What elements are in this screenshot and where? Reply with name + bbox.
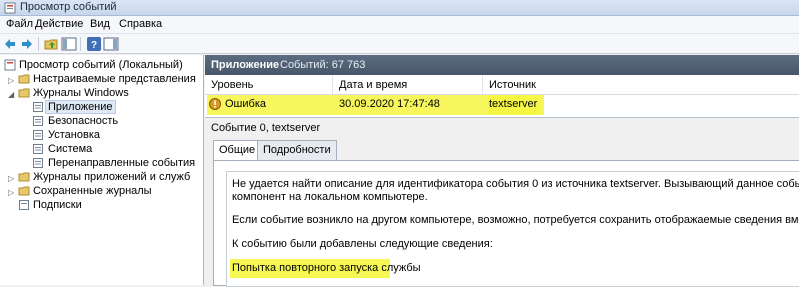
event-viewer-icon [4,2,16,14]
collapse-arrow-icon[interactable]: ◢ [8,88,16,99]
svg-text:?: ? [91,40,97,51]
log-pane: Приложение Событий: 67 763 Уровень Дата … [205,55,799,287]
log-icon [33,158,43,168]
help-icon[interactable]: ? [86,36,102,52]
menu-action[interactable]: Действие [33,18,85,30]
description-line: Не удается найти описание для идентифика… [232,178,799,190]
menu-bar: Файл Действие Вид Справка [0,16,799,34]
menu-view[interactable]: Вид [88,18,112,30]
column-header-datetime[interactable]: Дата и время [333,75,483,95]
expand-arrow-icon[interactable]: ▷ [8,74,16,85]
folder-icon [18,172,30,182]
tab-general-body: Не удается найти описание для идентифика… [213,160,799,287]
description-line: Если событие возникло на другом компьюте… [232,214,799,226]
event-viewer-icon [4,59,16,71]
toolbar: ? [0,34,799,54]
events-table: Уровень Дата и время Источник Ошибка 30.… [205,75,799,115]
log-name: Приложение [211,59,280,71]
cell-source: textserver [489,98,538,110]
folder-icon [18,186,30,196]
log-header: Приложение Событий: 67 763 [205,55,799,75]
event-count: Событий: 67 763 [280,59,366,71]
table-row[interactable]: Ошибка 30.09.2020 17:47:48 textserver [205,95,799,113]
error-icon [209,98,221,110]
subscriptions-icon [19,200,29,210]
expand-arrow-icon[interactable]: ▷ [8,172,16,183]
log-icon [33,130,43,140]
title-bar: Просмотр событий [0,0,799,16]
column-header-source[interactable]: Источник [483,75,799,95]
menu-file[interactable]: Файл [4,18,35,30]
show-action-pane-icon[interactable] [103,36,119,52]
tab-details[interactable]: Подробности [257,140,337,160]
forward-arrow-icon[interactable] [19,36,35,52]
cell-level: Ошибка [225,98,266,110]
window-title: Просмотр событий [20,1,117,13]
description-line: К событию были добавлены следующие сведе… [232,238,493,250]
cell-datetime: 30.09.2020 17:47:48 [339,98,440,110]
column-header-level[interactable]: Уровень [205,75,333,95]
folder-icon [18,88,30,98]
log-icon [33,102,43,112]
log-icon [33,116,43,126]
event-detail-pane: Событие 0, textserver Общие Подробности … [205,117,799,287]
description-line: компонент на локальном компьютере. [232,191,428,203]
event-description[interactable]: Не удается найти описание для идентифика… [226,171,799,287]
log-icon [33,144,43,154]
folder-up-icon[interactable] [44,36,60,52]
expand-arrow-icon[interactable]: ▷ [8,186,16,197]
event-detail-title: Событие 0, textserver [211,122,321,134]
show-hide-tree-icon[interactable] [61,36,77,52]
tab-general[interactable]: Общие [213,140,262,161]
navigation-tree: Просмотр событий (Локальный) ▷ Настраива… [0,55,204,285]
menu-help[interactable]: Справка [117,18,164,30]
description-line: Попытка повторного запуска службы [232,262,421,274]
folder-icon [18,74,30,84]
back-arrow-icon[interactable] [2,36,18,52]
